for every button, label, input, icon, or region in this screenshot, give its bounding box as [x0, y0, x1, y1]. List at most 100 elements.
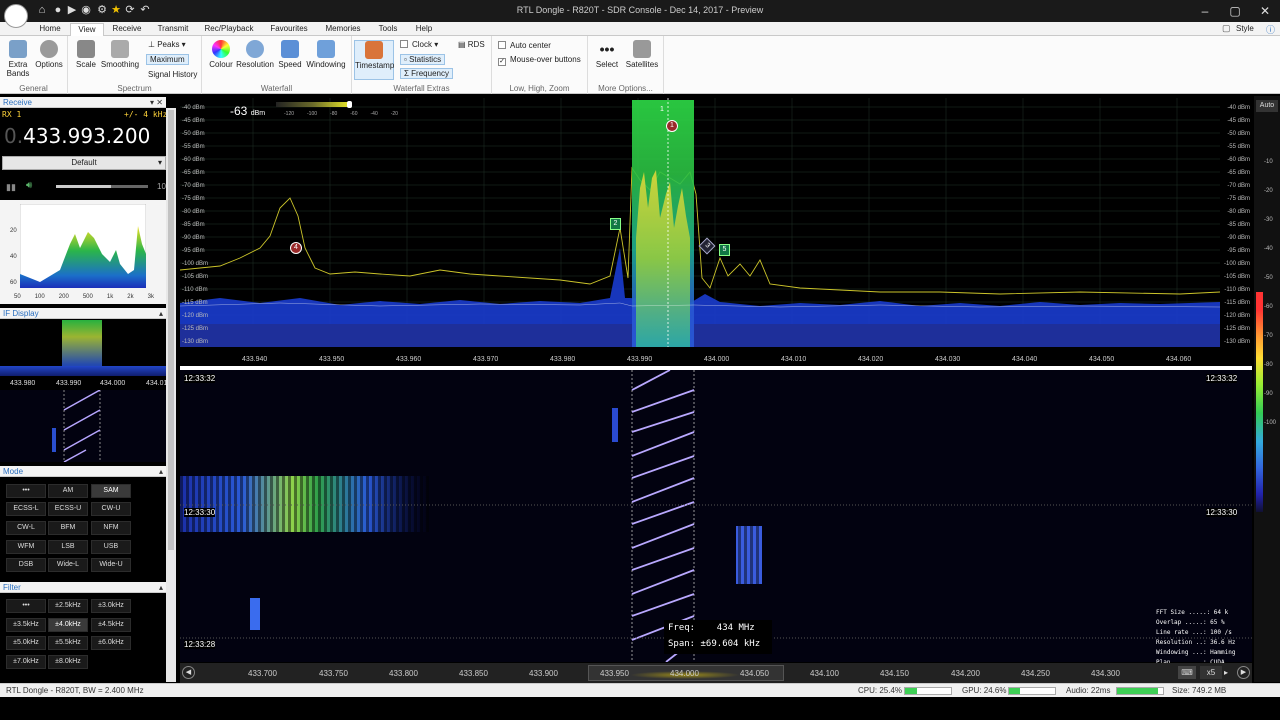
speed-button[interactable]: Speed — [276, 40, 304, 69]
maximize-button[interactable]: ▢ — [1220, 0, 1250, 22]
filter-3-0khz-button[interactable]: ±3.0kHz — [91, 599, 131, 613]
filter-more-button[interactable]: ••• — [6, 599, 46, 613]
nav-left-button[interactable]: ◀ — [182, 666, 195, 679]
frequency-toggle[interactable]: Σ Frequency — [400, 68, 453, 79]
tab-home[interactable]: Home — [34, 23, 66, 36]
left-panel: Receive ▾ ✕ RX 1 +/- 4 kHz 0.433.993.200 … — [0, 96, 176, 682]
statistics-toggle[interactable]: ▫ Statistics — [400, 54, 446, 65]
filter-5-5khz-button[interactable]: ±5.5kHz — [48, 636, 88, 650]
mode-lsb-button[interactable]: LSB — [48, 540, 88, 554]
mode-wide-l-button[interactable]: Wide-L — [48, 558, 88, 572]
filter-4-0khz-button[interactable]: ±4.0kHz — [48, 618, 88, 632]
satellites-button[interactable]: Satellites — [624, 40, 660, 69]
help-icon[interactable]: ▢ — [1222, 23, 1231, 34]
if-waterfall — [0, 390, 166, 462]
minimize-button[interactable]: – — [1190, 0, 1220, 22]
waterfall-display[interactable]: 12:33:32 12:33:32 12:33:30 12:33:30 12:3… — [180, 369, 1252, 666]
resolution-button[interactable]: Resolution — [236, 40, 274, 69]
frequency-navigator[interactable]: ◀ 433.700 433.750 433.800 433.850 433.90… — [180, 663, 1252, 683]
marker-4[interactable]: 4 — [290, 242, 302, 254]
auto-center-checkbox[interactable]: Auto center — [498, 41, 551, 50]
mode-cw-u-button[interactable]: CW-U — [91, 502, 131, 516]
speaker-icon[interactable]: 🔊︎ — [26, 180, 32, 191]
zoom-factor-button[interactable]: x5 — [1200, 666, 1222, 679]
options-button[interactable]: Options — [34, 40, 64, 69]
windowing-button[interactable]: Windowing — [304, 40, 348, 69]
mode-wfm-button[interactable]: WFM — [6, 540, 46, 554]
marker-1[interactable]: 1 — [666, 120, 678, 132]
tab-transmit[interactable]: Transmit — [152, 23, 194, 36]
timestamp-bottom-left: 12:33:28 — [184, 640, 216, 649]
size-status: Size: 749.2 MB — [1172, 686, 1227, 695]
timestamp-top-right: 12:33:32 — [1206, 374, 1238, 383]
style-menu[interactable]: Style — [1236, 24, 1254, 33]
select-button[interactable]: ••• Select — [592, 40, 622, 69]
close-button[interactable]: ✕ — [1250, 0, 1280, 22]
clock-menu[interactable]: Clock ▾ — [400, 40, 438, 49]
db-axis-right: -40 dBm -45 dBm -50 dBm -55 dBm -60 dBm -65 d… — [1223, 105, 1250, 345]
tab-help[interactable]: Help — [410, 23, 438, 36]
timestamp-button[interactable]: Timestamp — [354, 40, 394, 80]
mode-bfm-button[interactable]: BFM — [48, 521, 88, 535]
windowing-wave-icon — [317, 40, 335, 58]
tab-tools[interactable]: Tools — [372, 23, 404, 36]
scale-button[interactable]: Scale — [72, 40, 100, 69]
filter-5-0khz-button[interactable]: ±5.0kHz — [6, 636, 46, 650]
tab-rec-playback[interactable]: Rec/Playback — [200, 23, 258, 36]
tab-favourites[interactable]: Favourites — [266, 23, 312, 36]
magnifier-icon — [246, 40, 264, 58]
volume-slider[interactable] — [56, 185, 148, 188]
preset-dropdown[interactable]: Default ▾ — [2, 156, 166, 170]
mouse-over-checkbox[interactable]: ✓ Mouse-over buttons — [498, 55, 581, 66]
collapse-icon[interactable]: ▴ — [159, 582, 163, 593]
group-label: General — [19, 84, 48, 93]
audio-spectrum-plot — [20, 204, 146, 288]
filter-6-0khz-button[interactable]: ±6.0kHz — [91, 636, 131, 650]
marker-1-top[interactable]: 1 — [660, 106, 664, 113]
filter-8-0khz-button[interactable]: ±8.0kHz — [48, 655, 88, 669]
auto-scale-button[interactable]: Auto — [1256, 100, 1278, 112]
mode-sam-button[interactable]: SAM — [91, 484, 131, 498]
collapse-icon[interactable]: ▴ — [159, 308, 163, 319]
mode-more-button[interactable]: ••• — [6, 484, 46, 498]
spectrum-display[interactable]: -63 dBm -120 -100 -80 -60 -40 -20 -40 dBm -45 … — [179, 98, 1252, 366]
signal-history-option[interactable]: Signal History — [148, 70, 197, 79]
peaks-menu[interactable]: ⊥ Peaks ▾ — [148, 40, 186, 49]
mode-am-button[interactable]: AM — [48, 484, 88, 498]
filter-4-5khz-button[interactable]: ±4.5kHz — [91, 618, 131, 632]
audio-axis-y-40: 40 — [10, 254, 17, 260]
tab-receive[interactable]: Receive — [108, 23, 146, 36]
nav-right-button[interactable]: ▶ — [1237, 666, 1250, 679]
mode-usb-button[interactable]: USB — [91, 540, 131, 554]
signal-bars-icon: ▮▮ — [6, 182, 16, 192]
satellite-icon — [633, 40, 651, 58]
maximum-option[interactable]: Maximum — [146, 54, 189, 65]
mode-cw-l-button[interactable]: CW-L — [6, 521, 46, 535]
group-general: Extra Bands Options General — [0, 36, 68, 94]
info-icon[interactable]: ⓘ — [1266, 23, 1275, 36]
rds-toggle[interactable]: ▤ RDS — [458, 40, 485, 49]
filter-7-0khz-button[interactable]: ±7.0kHz — [6, 655, 46, 669]
marker-5[interactable]: 5 — [719, 244, 730, 256]
mode-ecss-l-button[interactable]: ECSS-L — [6, 502, 46, 516]
collapse-icon[interactable]: ▾ ✕ — [150, 97, 163, 108]
marker-2[interactable]: 2 — [610, 218, 621, 230]
colour-button[interactable]: Colour — [206, 40, 236, 69]
frequency-display[interactable]: 0.433.993.200 — [4, 124, 150, 148]
collapse-icon[interactable]: ▴ — [159, 466, 163, 477]
app-menu-button[interactable] — [4, 4, 28, 28]
filter-3-5khz-button[interactable]: ±3.5kHz — [6, 618, 46, 632]
keyboard-icon[interactable]: ⌨ — [1178, 666, 1196, 679]
mode-ecss-u-button[interactable]: ECSS-U — [48, 502, 88, 516]
level-scale[interactable]: Auto -10 -20 -30 -40 -50 -60 -70 -80 -90 -100 — [1254, 96, 1280, 682]
mode-nfm-button[interactable]: NFM — [91, 521, 131, 535]
left-panel-scrollbar[interactable] — [166, 108, 176, 682]
extra-bands-button[interactable]: Extra Bands — [4, 40, 32, 78]
tab-view[interactable]: View — [70, 23, 104, 36]
mode-dsb-button[interactable]: DSB — [6, 558, 46, 572]
smoothing-button[interactable]: Smoothing — [100, 40, 140, 69]
zoom-next-button[interactable]: ▸ — [1224, 666, 1234, 679]
filter-2-5khz-button[interactable]: ±2.5kHz — [48, 599, 88, 613]
mode-wide-u-button[interactable]: Wide-U — [91, 558, 131, 572]
tab-memories[interactable]: Memories — [320, 23, 366, 36]
